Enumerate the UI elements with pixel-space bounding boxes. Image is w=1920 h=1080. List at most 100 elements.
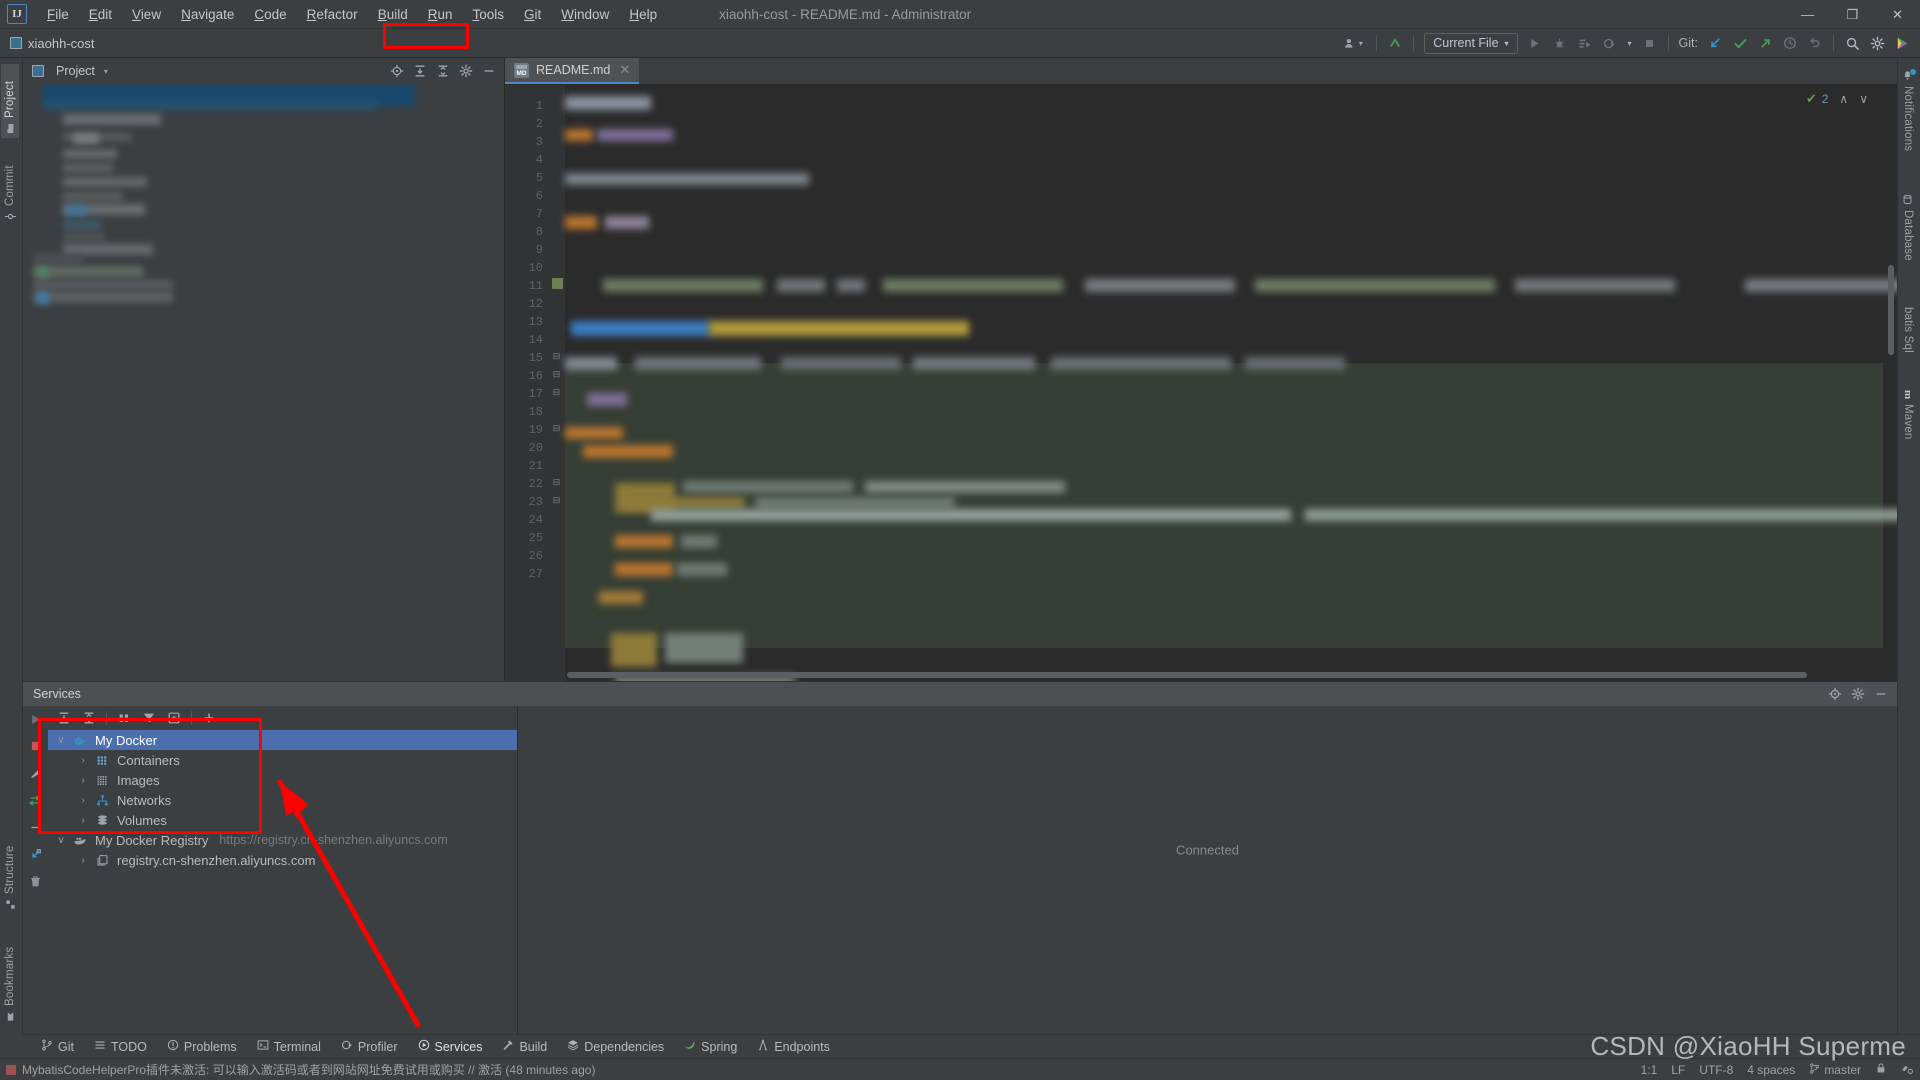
editor-tab-readme[interactable]: MD README.md ✕ <box>505 58 639 84</box>
locate-icon[interactable] <box>1824 684 1845 705</box>
indent-setting[interactable]: 4 spaces <box>1747 1063 1795 1077</box>
status-message-group[interactable]: MybatisCodeHelperPro插件未激活: 可以输入激活码或者到网站网… <box>6 1061 595 1078</box>
stop-button[interactable] <box>1638 32 1662 55</box>
pause-icon[interactable] <box>27 764 45 782</box>
editor-gutter[interactable]: 1234567891011⊟12131415⊟16⊟17⊟1819⊟202122… <box>505 85 565 681</box>
chevron-down-icon[interactable]: ∨ <box>54 835 68 846</box>
run-configuration-selector[interactable]: Current File ▾ <box>1424 33 1517 54</box>
debug-button[interactable] <box>1548 32 1572 55</box>
git-branch-widget[interactable]: master <box>1809 1063 1861 1077</box>
git-push-icon[interactable] <box>1753 32 1777 55</box>
git-update-project-icon[interactable] <box>1703 32 1727 55</box>
delete-trash-icon[interactable] <box>27 872 45 890</box>
expand-all-icon[interactable] <box>53 708 75 728</box>
minus-icon[interactable] <box>27 818 45 836</box>
expand-all-icon[interactable] <box>409 61 430 82</box>
services-tree-row[interactable]: ›Volumes <box>48 810 517 830</box>
bottom-tab-git[interactable]: Git <box>31 1037 84 1056</box>
close-button[interactable]: ✕ <box>1875 0 1920 29</box>
ide-product-icon[interactable] <box>1890 32 1914 55</box>
run-icon[interactable] <box>27 710 45 728</box>
sidebar-item-database[interactable]: Database <box>1899 190 1917 276</box>
project-tree[interactable] <box>23 84 504 681</box>
profile-button[interactable] <box>1598 32 1622 55</box>
chevron-right-icon[interactable]: › <box>76 815 90 826</box>
services-tree-row[interactable]: ›registry.cn-shenzhen.aliyuncs.com <box>48 850 517 870</box>
bottom-tab-endpoints[interactable]: Endpoints <box>747 1037 840 1056</box>
sidebar-item-maven[interactable]: m Maven <box>1899 386 1917 460</box>
chevron-right-icon[interactable]: › <box>76 795 90 806</box>
bottom-tab-terminal[interactable]: Terminal <box>247 1037 331 1056</box>
menu-item-git[interactable]: Git <box>514 4 551 25</box>
fold-marker-icon[interactable]: ⊟ <box>552 478 561 487</box>
next-problem-icon[interactable]: ∨ <box>1859 92 1868 106</box>
maximize-button[interactable]: ❐ <box>1830 0 1875 29</box>
services-tree-row[interactable]: ∨My Docker <box>48 730 517 750</box>
line-separator[interactable]: LF <box>1671 1063 1685 1077</box>
editor-content[interactable] <box>565 85 1897 681</box>
restart-icon[interactable] <box>27 791 45 809</box>
fold-marker-icon[interactable]: ⊟ <box>552 424 561 433</box>
editor-horizontal-scrollbar[interactable] <box>567 672 1807 678</box>
group-icon[interactable] <box>113 708 135 728</box>
settings-icon[interactable] <box>1847 684 1868 705</box>
add-service-icon[interactable] <box>163 708 185 728</box>
inspection-settings-icon[interactable] <box>1901 1062 1914 1078</box>
editor-body[interactable]: 1234567891011⊟12131415⊟16⊟17⊟1819⊟202122… <box>505 85 1897 681</box>
run-with-coverage-button[interactable] <box>1573 32 1597 55</box>
locate-icon[interactable] <box>386 61 407 82</box>
stop-icon[interactable] <box>27 737 45 755</box>
search-everywhere-icon[interactable] <box>1840 32 1864 55</box>
menu-item-help[interactable]: Help <box>619 4 667 25</box>
lock-icon[interactable] <box>1875 1062 1887 1077</box>
bottom-tab-dependencies[interactable]: Dependencies <box>557 1037 674 1056</box>
chevron-right-icon[interactable]: › <box>76 775 90 786</box>
updates-icon[interactable] <box>1383 32 1407 55</box>
fold-marker-icon[interactable]: ⊟ <box>552 496 561 505</box>
sidebar-item-batis-sql[interactable]: batis Sql <box>1899 303 1917 377</box>
services-tree-row[interactable]: ›Containers <box>48 750 517 770</box>
collapse-all-icon[interactable] <box>78 708 100 728</box>
account-icon[interactable]: ▾ <box>1336 32 1370 55</box>
add-icon[interactable] <box>198 708 220 728</box>
menu-item-navigate[interactable]: Navigate <box>171 4 244 25</box>
fold-marker-icon[interactable]: ⊟ <box>552 352 561 361</box>
services-tree-row[interactable]: ›Images <box>48 770 517 790</box>
minimize-button[interactable]: — <box>1785 0 1830 29</box>
git-history-icon[interactable] <box>1778 32 1802 55</box>
caret-position[interactable]: 1:1 <box>1641 1063 1658 1077</box>
close-icon[interactable]: ✕ <box>619 62 630 78</box>
deploy-icon[interactable] <box>27 845 45 863</box>
services-tree-row[interactable]: ∨My Docker Registryhttps://registry.cn-s… <box>48 830 517 850</box>
hide-icon[interactable] <box>478 61 499 82</box>
sidebar-item-bookmarks[interactable]: Bookmarks <box>1 922 19 1026</box>
menu-item-tools[interactable]: Tools <box>463 4 515 25</box>
sidebar-item-project[interactable]: Project <box>1 64 19 138</box>
fold-marker-icon[interactable]: ⊟ <box>552 370 561 379</box>
sidebar-item-structure[interactable]: Structure <box>1 824 19 914</box>
menu-item-view[interactable]: View <box>122 4 171 25</box>
menu-item-window[interactable]: Window <box>551 4 619 25</box>
git-commit-icon[interactable] <box>1728 32 1752 55</box>
services-tree[interactable]: ∨My Docker›Containers›Images›Networks›Vo… <box>48 730 517 1034</box>
menu-item-file[interactable]: File <box>37 4 79 25</box>
settings-icon[interactable] <box>455 61 476 82</box>
collapse-all-icon[interactable] <box>432 61 453 82</box>
profile-caret-icon[interactable]: ▾ <box>1623 32 1637 55</box>
hide-icon[interactable] <box>1870 684 1891 705</box>
chevron-right-icon[interactable]: › <box>76 855 90 866</box>
chevron-right-icon[interactable]: › <box>76 755 90 766</box>
settings-gear-icon[interactable] <box>1865 32 1889 55</box>
inspection-widget[interactable]: ✔ 2 ∧ ∨ <box>1802 89 1872 109</box>
image-preview-gutter-icon[interactable] <box>552 278 563 289</box>
bottom-tab-todo[interactable]: TODO <box>84 1037 157 1056</box>
menu-item-build[interactable]: Build <box>368 4 418 25</box>
bottom-tab-problems[interactable]: Problems <box>157 1037 247 1056</box>
services-tree-row[interactable]: ›Networks <box>48 790 517 810</box>
run-button[interactable] <box>1523 32 1547 55</box>
prev-problem-icon[interactable]: ∧ <box>1839 92 1848 106</box>
menu-item-code[interactable]: Code <box>244 4 296 25</box>
menu-item-refactor[interactable]: Refactor <box>297 4 368 25</box>
bottom-tab-services[interactable]: Services <box>408 1037 493 1056</box>
bottom-tab-profiler[interactable]: Profiler <box>331 1037 408 1056</box>
